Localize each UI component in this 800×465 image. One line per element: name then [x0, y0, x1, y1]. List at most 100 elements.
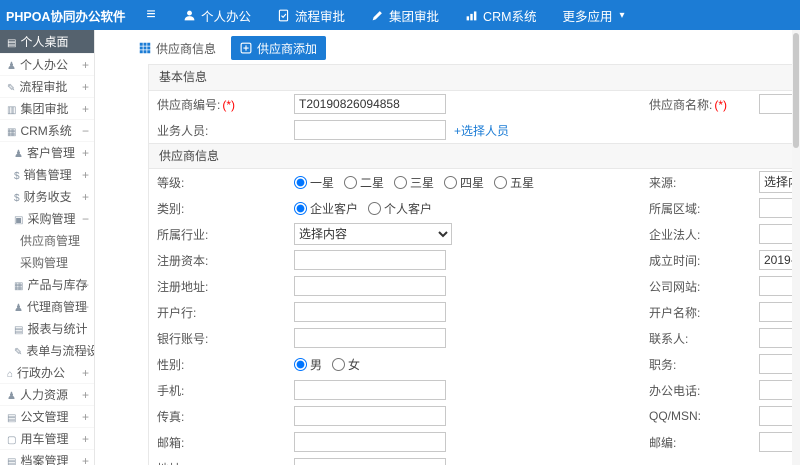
sidebar-label: 采购管理 [20, 256, 69, 270]
sidebar-item-finance[interactable]: $ 财务收支 + [0, 186, 94, 208]
field-label: 邮箱: [157, 435, 185, 450]
sidebar-item-archive-mgmt[interactable]: ▤ 档案管理 + [0, 450, 94, 465]
chart-icon [466, 10, 477, 20]
email-input[interactable] [294, 432, 446, 452]
sidebar-label: 客户管理 [26, 146, 75, 160]
document-icon: ▤ [7, 413, 17, 424]
sidebar-item-agent-mgmt[interactable]: ♟ 代理商管理 + [0, 296, 94, 318]
car-icon: ▢ [7, 435, 17, 446]
sidebar-item-purchase-mgmt[interactable]: ▣ 采购管理 − [0, 208, 94, 230]
address-input[interactable] [294, 458, 446, 465]
supplier-code-input[interactable] [294, 94, 446, 114]
tab-supplier-add[interactable]: 供应商添加 [231, 36, 327, 60]
sidebar-label: 档案管理 [20, 454, 69, 465]
sidebar-label: 产品与库存 [27, 278, 88, 292]
expand-icon: + [81, 344, 89, 358]
desktop-icon: ▤ [7, 38, 17, 49]
sidebar-item-group-approval[interactable]: ▥ 集团审批 + [0, 98, 94, 120]
sidebar-label: 流程审批 [19, 80, 68, 94]
grid-icon: ▦ [14, 281, 24, 292]
sidebar-item-desktop[interactable]: ▤ 个人桌面 [0, 30, 94, 54]
sidebar: ▤ 个人桌面 ♟ 个人办公 + ✎ 流程审批 + ▥ 集团审批 + ▦ CRM系统 − ♟ 客户管理… [0, 30, 95, 465]
chart-icon: ▦ [7, 127, 17, 138]
field-label: 开户名称: [649, 305, 701, 320]
money-icon: $ [14, 171, 20, 182]
sidebar-item-vehicle-mgmt[interactable]: ▢ 用车管理 + [0, 428, 94, 450]
grade-radio[interactable] [344, 175, 358, 189]
field-label: 公司网站: [649, 279, 701, 294]
field-label: 职务: [649, 357, 677, 372]
vertical-scrollbar[interactable] [792, 30, 800, 465]
field-label: 供应商编号: (*) [157, 97, 236, 112]
sidebar-item-personal-office[interactable]: ♟ 个人办公 + [0, 54, 94, 76]
gender-radio[interactable] [294, 357, 307, 371]
category-radio[interactable] [368, 201, 382, 215]
sidebar-item-purchasing[interactable]: 采购管理 [0, 252, 94, 274]
nav-group-approval[interactable]: 集团审批 [358, 0, 452, 30]
topbar: PHPOA协同办公软件 ≡ 个人办公 流程审批 集团审批 CRM系统 更多应用 … [0, 0, 800, 30]
field-label: 等级: [157, 175, 185, 190]
field-label: 开户行: [157, 305, 197, 320]
gender-radio[interactable] [332, 357, 346, 371]
sidebar-label: 销售管理 [23, 168, 72, 182]
nav-label: CRM系统 [483, 9, 537, 24]
collapse-icon: − [81, 212, 89, 226]
field-label: 来源: [649, 175, 677, 190]
workflow-icon [278, 9, 289, 21]
choose-person-link[interactable]: +选择人员 [454, 122, 509, 139]
sidebar-item-reports-stats[interactable]: ▤ 报表与统计 [0, 318, 94, 340]
field-label: 供应商名称: (*) [649, 97, 728, 112]
sidebar-item-crm[interactable]: ▦ CRM系统 − [0, 120, 94, 142]
sidebar-item-products-inventory[interactable]: ▦ 产品与库存 + [0, 274, 94, 296]
nav-more-apps[interactable]: 更多应用 ▾ [550, 0, 638, 30]
nav-workflow-approval[interactable]: 流程审批 [264, 0, 358, 30]
category-radio[interactable] [294, 201, 307, 215]
bank-account-input[interactable] [294, 328, 446, 348]
sidebar-item-customer-mgmt[interactable]: ♟ 客户管理 + [0, 142, 94, 164]
grade-radio[interactable] [294, 175, 307, 189]
section-basic-info: 基本信息 [149, 65, 800, 91]
sidebar-item-admin-office[interactable]: ⌂ 行政办公 + [0, 362, 94, 384]
sidebar-item-workflow-approval[interactable]: ✎ 流程审批 + [0, 76, 94, 98]
sidebar-item-form-workflow-settings[interactable]: ✎表单与流程设置+ [0, 340, 94, 362]
field-label: 传真: [157, 409, 185, 424]
grade-radio[interactable] [494, 175, 508, 189]
expand-icon: + [81, 410, 89, 424]
user-icon: ♟ [14, 303, 23, 314]
field-label: 业务人员: [157, 123, 209, 138]
grade-radio[interactable] [394, 175, 408, 189]
field-label: 注册地址: [157, 279, 209, 294]
registered-capital-input[interactable] [294, 250, 446, 270]
bank-input[interactable] [294, 302, 446, 322]
form-row: 邮箱: 邮编: [149, 429, 800, 455]
scrollbar-thumb[interactable] [793, 33, 799, 148]
grid-icon [139, 42, 151, 54]
hamburger-menu-icon[interactable]: ≡ [140, 6, 162, 24]
sidebar-item-sales-mgmt[interactable]: $ 销售管理 + [0, 164, 94, 186]
business-person-input[interactable] [294, 120, 446, 140]
sidebar-label: 用车管理 [20, 432, 69, 446]
field-label: 手机: [157, 383, 185, 398]
sidebar-label: 个人办公 [19, 58, 68, 72]
nav-personal-office[interactable]: 个人办公 [170, 0, 264, 30]
edit-icon [372, 10, 382, 20]
sidebar-item-document-mgmt[interactable]: ▤ 公文管理 + [0, 406, 94, 428]
form-row: 注册地址: 公司网站: [149, 273, 800, 299]
required-marker: (*) [714, 97, 728, 112]
mobile-input[interactable] [294, 380, 446, 400]
field-label: 企业法人: [649, 227, 701, 242]
document-icon: ▥ [7, 105, 17, 116]
registered-address-input[interactable] [294, 276, 446, 296]
sidebar-item-supplier-mgmt[interactable]: 供应商管理 [0, 230, 94, 252]
nav-crm[interactable]: CRM系统 [452, 0, 549, 30]
add-icon [240, 42, 252, 54]
sidebar-label: 报表与统计 [27, 322, 88, 336]
sidebar-label: 集团审批 [20, 102, 69, 116]
fax-input[interactable] [294, 406, 446, 426]
sidebar-item-hr[interactable]: ♟ 人力资源 + [0, 384, 94, 406]
tab-label: 供应商添加 [257, 41, 318, 56]
archive-icon: ▤ [7, 457, 17, 465]
industry-select[interactable]: 选择内容 [294, 223, 452, 245]
tab-supplier-info[interactable]: 供应商信息 [130, 36, 225, 60]
grade-radio[interactable] [444, 175, 458, 189]
